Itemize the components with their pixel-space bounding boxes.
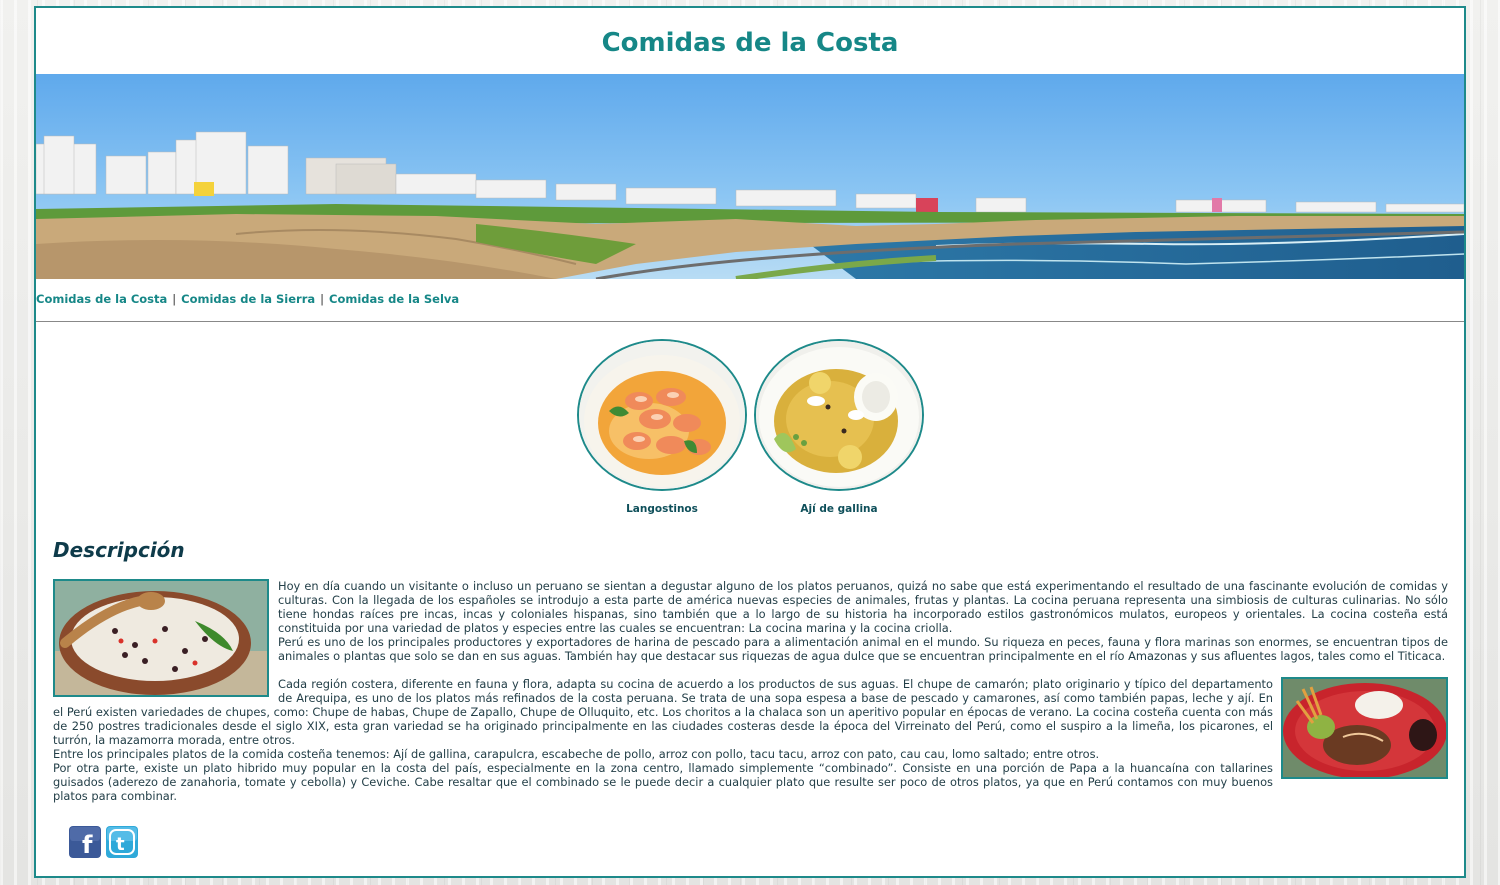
dish-card-langostinos[interactable]: Langostinos	[577, 339, 747, 515]
facebook-icon[interactable]: f	[69, 826, 101, 859]
aji-de-gallina-photo[interactable]	[754, 339, 924, 491]
facebook-glyph: f	[82, 831, 93, 858]
main-nav: Comidas de la Costa | Comidas de la Sierra…	[36, 279, 1464, 322]
nav-separator: |	[172, 292, 177, 306]
page-title: Comidas de la Costa	[601, 28, 899, 58]
twitter-glyph: t	[116, 834, 125, 855]
description-heading: Descripción	[53, 538, 185, 562]
description-paragraph: Entre los principales platos de la comid…	[53, 747, 1100, 761]
nav-link-sierra[interactable]: Comidas de la Sierra	[181, 292, 315, 306]
combinado-plate-photo	[1281, 677, 1448, 779]
page-container: Comidas de la Costa Comidas de la Costa …	[34, 6, 1466, 878]
dish-caption-langostinos: Langostinos	[626, 503, 698, 515]
rice-dish-photo	[53, 579, 269, 697]
langostinos-photo[interactable]	[577, 339, 747, 491]
coast-banner-image	[36, 74, 1464, 279]
twitter-icon[interactable]: t	[106, 826, 138, 858]
nav-separator: |	[320, 292, 325, 306]
nav-link-costa[interactable]: Comidas de la Costa	[36, 292, 167, 306]
dish-caption-aji-de-gallina: Ají de gallina	[800, 503, 878, 515]
description-body: Hoy en día cuando un visitante o incluso…	[53, 579, 1448, 803]
description-paragraph: Por otra parte, existe un plato hibrido …	[53, 761, 1273, 803]
nav-link-selva[interactable]: Comidas de la Selva	[329, 292, 459, 306]
dish-card-aji-de-gallina[interactable]: Ají de gallina	[754, 339, 924, 515]
